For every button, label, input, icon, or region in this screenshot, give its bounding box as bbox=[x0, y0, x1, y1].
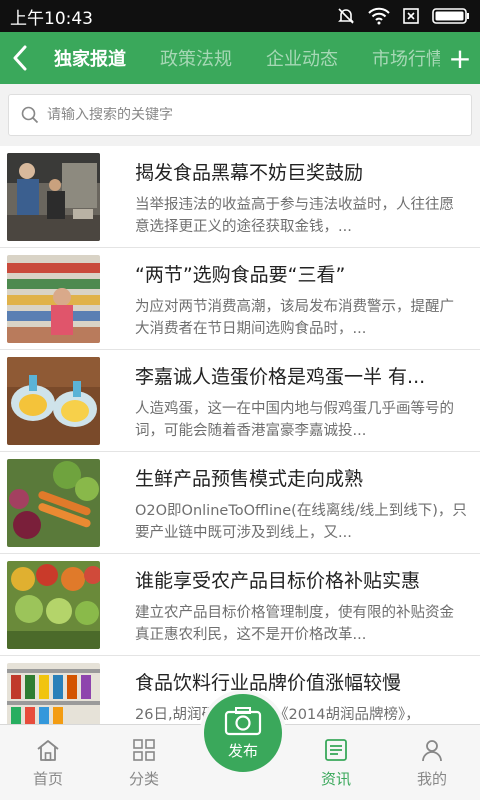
article-thumbnail bbox=[7, 561, 100, 649]
news-icon bbox=[325, 738, 347, 761]
no-sim-icon bbox=[403, 8, 419, 24]
status-bar: 上午10:43 bbox=[0, 0, 480, 32]
add-tab-button[interactable]: + bbox=[440, 32, 480, 84]
search-input[interactable] bbox=[47, 107, 447, 123]
back-button[interactable] bbox=[0, 32, 40, 84]
search-box[interactable] bbox=[8, 94, 472, 136]
publish-button[interactable]: 发布 bbox=[200, 690, 286, 776]
category-tabs: 独家报道 政策法规 企业动态 市场行情 bbox=[40, 45, 440, 71]
article-title: “两节”选购食品要“三看” bbox=[135, 264, 346, 286]
list-item[interactable]: 谁能享受农产品目标价格补贴实惠 建立农产品目标价格管理制度，使有限的补贴资金真正… bbox=[0, 554, 480, 656]
article-summary: 当举报违法的收益高于参与违法收益时，人往往愿意选择更正义的途径获取金钱，... bbox=[135, 197, 454, 235]
nav-category[interactable]: 分类 bbox=[96, 725, 192, 800]
search-icon bbox=[21, 106, 39, 124]
article-thumbnail bbox=[7, 663, 100, 724]
article-thumbnail bbox=[7, 255, 100, 343]
nav-mine-label: 我的 bbox=[416, 769, 447, 788]
camera-icon bbox=[224, 706, 262, 735]
tab-policy[interactable]: 政策法规 bbox=[160, 45, 232, 71]
user-icon bbox=[422, 739, 442, 761]
grid-icon bbox=[133, 738, 155, 761]
article-title: 李嘉诚人造蛋价格是鸡蛋一半 有... bbox=[135, 366, 426, 388]
publish-label: 发布 bbox=[227, 741, 258, 760]
article-summary: O2O即OnlineToOffline(在线离线/线上到线下)，只要产业链中既可… bbox=[135, 503, 467, 541]
article-list: 揭发食品黑幕不妨巨奖鼓励 当举报违法的收益高于参与违法收益时，人往往愿意选择更正… bbox=[0, 146, 480, 724]
tab-company-news[interactable]: 企业动态 bbox=[266, 45, 338, 71]
nav-bar: 独家报道 政策法规 企业动态 市场行情 + bbox=[0, 32, 480, 84]
article-title: 揭发食品黑幕不妨巨奖鼓励 bbox=[135, 162, 364, 184]
list-item[interactable]: 李嘉诚人造蛋价格是鸡蛋一半 有... 人造鸡蛋，这一在中国内地与假鸡蛋几乎画等号… bbox=[0, 350, 480, 452]
list-item[interactable]: 生鲜产品预售模式走向成熟 O2O即OnlineToOffline(在线离线/线上… bbox=[0, 452, 480, 554]
article-summary: 人造鸡蛋，这一在中国内地与假鸡蛋几乎画等号的词，可能会随着香港富豪李嘉诚投... bbox=[135, 401, 454, 439]
wifi-icon bbox=[368, 7, 390, 25]
tab-market[interactable]: 市场行情 bbox=[372, 45, 440, 71]
article-summary: 26日,胡润研究院发布《2014胡润品牌榜》， bbox=[135, 704, 467, 724]
nav-home-label: 首页 bbox=[32, 769, 63, 788]
article-thumbnail bbox=[7, 357, 100, 445]
article-thumbnail bbox=[7, 153, 100, 241]
list-item[interactable]: 揭发食品黑幕不妨巨奖鼓励 当举报违法的收益高于参与违法收益时，人往往愿意选择更正… bbox=[0, 146, 480, 248]
article-thumbnail bbox=[7, 459, 100, 547]
search-bar bbox=[0, 84, 480, 146]
list-item[interactable]: “两节”选购食品要“三看” 为应对两节消费高潮，该局发布消费警示，提醒广大消费者… bbox=[0, 248, 480, 350]
article-summary: 建立农产品目标价格管理制度，使有限的补贴资金真正惠农利民，这不是开价格改革... bbox=[135, 605, 454, 643]
chevron-left-icon bbox=[13, 45, 27, 71]
status-time: 上午10:43 bbox=[10, 8, 93, 29]
nav-home[interactable]: 首页 bbox=[0, 725, 96, 800]
article-summary: 为应对两节消费高潮，该局发布消费警示，提醒广大消费者在节日期间选购食品时，... bbox=[135, 299, 454, 337]
silent-bell-icon bbox=[338, 8, 354, 24]
tab-exclusive[interactable]: 独家报道 bbox=[54, 45, 126, 71]
battery-icon bbox=[432, 8, 469, 24]
nav-news[interactable]: 资讯 bbox=[288, 725, 384, 800]
article-title: 生鲜产品预售模式走向成熟 bbox=[135, 468, 364, 490]
nav-news-label: 资讯 bbox=[320, 769, 351, 788]
article-title: 谁能享受农产品目标价格补贴实惠 bbox=[135, 570, 421, 592]
nav-category-label: 分类 bbox=[128, 769, 159, 788]
article-title: 食品饮料行业品牌价值涨幅较慢 bbox=[135, 672, 402, 694]
nav-mine[interactable]: 我的 bbox=[384, 725, 480, 800]
status-icons bbox=[336, 6, 470, 26]
home-icon bbox=[37, 739, 59, 761]
